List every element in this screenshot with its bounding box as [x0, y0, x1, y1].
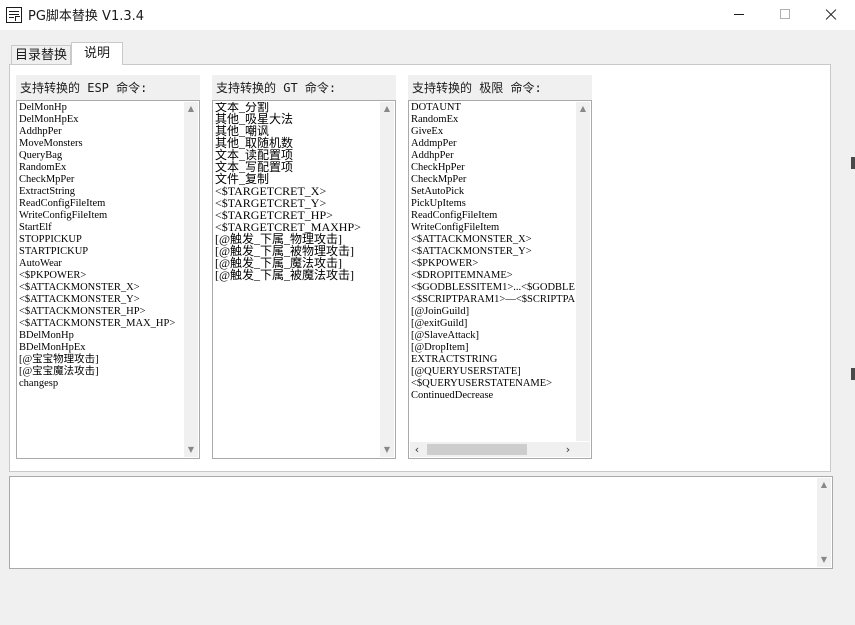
list-item[interactable]: RandomEx	[411, 114, 575, 126]
horizontal-scrollbar[interactable]: ‹ ›	[410, 442, 575, 457]
list-item[interactable]: QueryBag	[19, 150, 183, 162]
group-title: 支持转换的 极限 命令:	[412, 81, 542, 95]
scroll-up-icon[interactable]: ▲	[184, 102, 198, 116]
list-item[interactable]: [@宝宝物理攻击]	[19, 354, 183, 366]
list-item[interactable]: WriteConfigFileItem	[411, 222, 575, 234]
list-item[interactable]: DelMonHp	[19, 102, 183, 114]
list-item[interactable]: <$PKPOWER>	[19, 270, 183, 282]
list-items: 文本_分割 其他_吸星大法 其他_嘲讽 其他_取随机数 文本_读配置项 文本_写配置项 文件…	[215, 102, 379, 457]
list-item[interactable]: CheckMpPer	[19, 174, 183, 186]
list-item[interactable]: ReadConfigFileItem	[19, 198, 183, 210]
jixian-commands-group: 支持转换的 极限 命令: DOTAUNT RandomEx GiveEx AddmpP…	[408, 75, 592, 459]
list-item[interactable]: [@SlaveAttack]	[411, 330, 575, 342]
title-bar[interactable]: PG脚本替换 V1.3.4	[0, 0, 855, 30]
scroll-right-icon[interactable]: ›	[561, 442, 575, 457]
list-item[interactable]: CheckHpPer	[411, 162, 575, 174]
scroll-up-icon[interactable]: ▲	[817, 478, 831, 492]
list-item[interactable]: changesp	[19, 378, 183, 390]
gt-commands-group: 支持转换的 GT 命令: 文本_分割 其他_吸星大法 其他_嘲讽 其他_取随机数 文本_…	[212, 75, 396, 459]
list-item[interactable]: ReadConfigFileItem	[411, 210, 575, 222]
scroll-down-icon[interactable]: ▼	[380, 443, 394, 457]
list-item[interactable]: GiveEx	[411, 126, 575, 138]
list-item[interactable]: [@exitGuild]	[411, 318, 575, 330]
list-item[interactable]: StartElf	[19, 222, 183, 234]
list-items: DelMonHp DelMonHpEx AddhpPer MoveMonsters Qu…	[19, 102, 183, 457]
jixian-commands-listbox[interactable]: DOTAUNT RandomEx GiveEx AddmpPer AddhpPer Che…	[408, 100, 592, 459]
list-item[interactable]: <$SCRIPTPARAM1>—<$SCRIPTPA	[411, 294, 575, 306]
scroll-left-icon[interactable]: ‹	[410, 442, 424, 457]
list-item[interactable]: <$ATTACKMONSTER_Y>	[19, 294, 183, 306]
list-item[interactable]: STOPPICKUP	[19, 234, 183, 246]
list-item[interactable]: SetAutoPick	[411, 186, 575, 198]
minimize-button[interactable]	[716, 0, 762, 30]
list-item[interactable]: <$GODBLESSITEM1>...<$GODBLES	[411, 282, 575, 294]
scroll-up-icon[interactable]: ▲	[380, 102, 394, 116]
scroll-down-icon[interactable]: ▼	[184, 443, 198, 457]
list-item[interactable]: DOTAUNT	[411, 102, 575, 114]
list-item[interactable]: [@DropItem]	[411, 342, 575, 354]
list-item[interactable]: AutoWear	[19, 258, 183, 270]
list-item[interactable]: <$DROPITEMNAME>	[411, 270, 575, 282]
list-item[interactable]: <$ATTACKMONSTER_Y>	[411, 246, 575, 258]
list-item[interactable]: CheckMpPer	[411, 174, 575, 186]
list-item[interactable]: [@触发_下属_被魔法攻击]	[215, 269, 379, 282]
list-item[interactable]: DelMonHpEx	[19, 114, 183, 126]
scroll-up-icon[interactable]: ▲	[576, 102, 590, 116]
list-item[interactable]: RandomEx	[19, 162, 183, 174]
list-item[interactable]: BDelMonHpEx	[19, 342, 183, 354]
group-title: 支持转换的 GT 命令:	[216, 81, 337, 95]
minimize-icon	[734, 14, 744, 15]
list-item[interactable]: MoveMonsters	[19, 138, 183, 150]
vertical-scrollbar[interactable]: ▲ ▼	[380, 102, 394, 457]
output-text	[13, 479, 814, 566]
tab-directory-replace[interactable]: 目录替换	[11, 45, 71, 65]
window-title: PG脚本替换 V1.3.4	[28, 9, 145, 24]
list-item[interactable]: STARTPICKUP	[19, 246, 183, 258]
maximize-button[interactable]	[762, 0, 808, 30]
list-item[interactable]: <$ATTACKMONSTER_X>	[411, 234, 575, 246]
list-item[interactable]: AddhpPer	[19, 126, 183, 138]
window-edge-mark	[851, 368, 855, 380]
vertical-scrollbar[interactable]: ▲	[576, 102, 590, 441]
esp-commands-group: 支持转换的 ESP 命令: DelMonHp DelMonHpEx AddhpPer…	[16, 75, 200, 459]
list-item[interactable]: AddhpPer	[411, 150, 575, 162]
list-items: DOTAUNT RandomEx GiveEx AddmpPer AddhpPer Che…	[411, 102, 575, 441]
list-item[interactable]: <$PKPOWER>	[411, 258, 575, 270]
list-item[interactable]: <$ATTACKMONSTER_HP>	[19, 306, 183, 318]
list-item[interactable]: WriteConfigFileItem	[19, 210, 183, 222]
tab-instructions[interactable]: 说明	[71, 42, 123, 65]
maximize-icon	[780, 9, 790, 19]
gt-commands-listbox[interactable]: 文本_分割 其他_吸星大法 其他_嘲讽 其他_取随机数 文本_读配置项 文本_写配置项 文件…	[212, 100, 396, 459]
list-item[interactable]: [@宝宝魔法攻击]	[19, 366, 183, 378]
list-item[interactable]: PickUpItems	[411, 198, 575, 210]
list-item[interactable]: [@QUERYUSERSTATE]	[411, 366, 575, 378]
close-button[interactable]	[808, 0, 854, 30]
scroll-down-icon[interactable]: ▼	[817, 553, 831, 567]
list-item[interactable]: <$ATTACKMONSTER_X>	[19, 282, 183, 294]
window-edge-mark	[851, 157, 855, 169]
list-item[interactable]: <$ATTACKMONSTER_MAX_HP>	[19, 318, 183, 330]
esp-commands-listbox[interactable]: DelMonHp DelMonHpEx AddhpPer MoveMonsters Qu…	[16, 100, 200, 459]
list-item[interactable]: ContinuedDecrease	[411, 390, 575, 402]
list-item[interactable]: <$QUERYUSERSTATENAME>	[411, 378, 575, 390]
group-title: 支持转换的 ESP 命令:	[20, 81, 148, 95]
list-item[interactable]: BDelMonHp	[19, 330, 183, 342]
list-item[interactable]: EXTRACTSTRING	[411, 354, 575, 366]
vertical-scrollbar[interactable]: ▲ ▼	[817, 478, 831, 567]
scrollbar-corner	[575, 442, 590, 457]
scrollbar-thumb[interactable]	[427, 444, 527, 455]
list-item[interactable]: AddmpPer	[411, 138, 575, 150]
vertical-scrollbar[interactable]: ▲ ▼	[184, 102, 198, 457]
output-textarea[interactable]: ▲ ▼	[9, 476, 833, 569]
list-item[interactable]: ExtractString	[19, 186, 183, 198]
list-item[interactable]: [@JoinGuild]	[411, 306, 575, 318]
app-window-icon	[6, 7, 22, 23]
